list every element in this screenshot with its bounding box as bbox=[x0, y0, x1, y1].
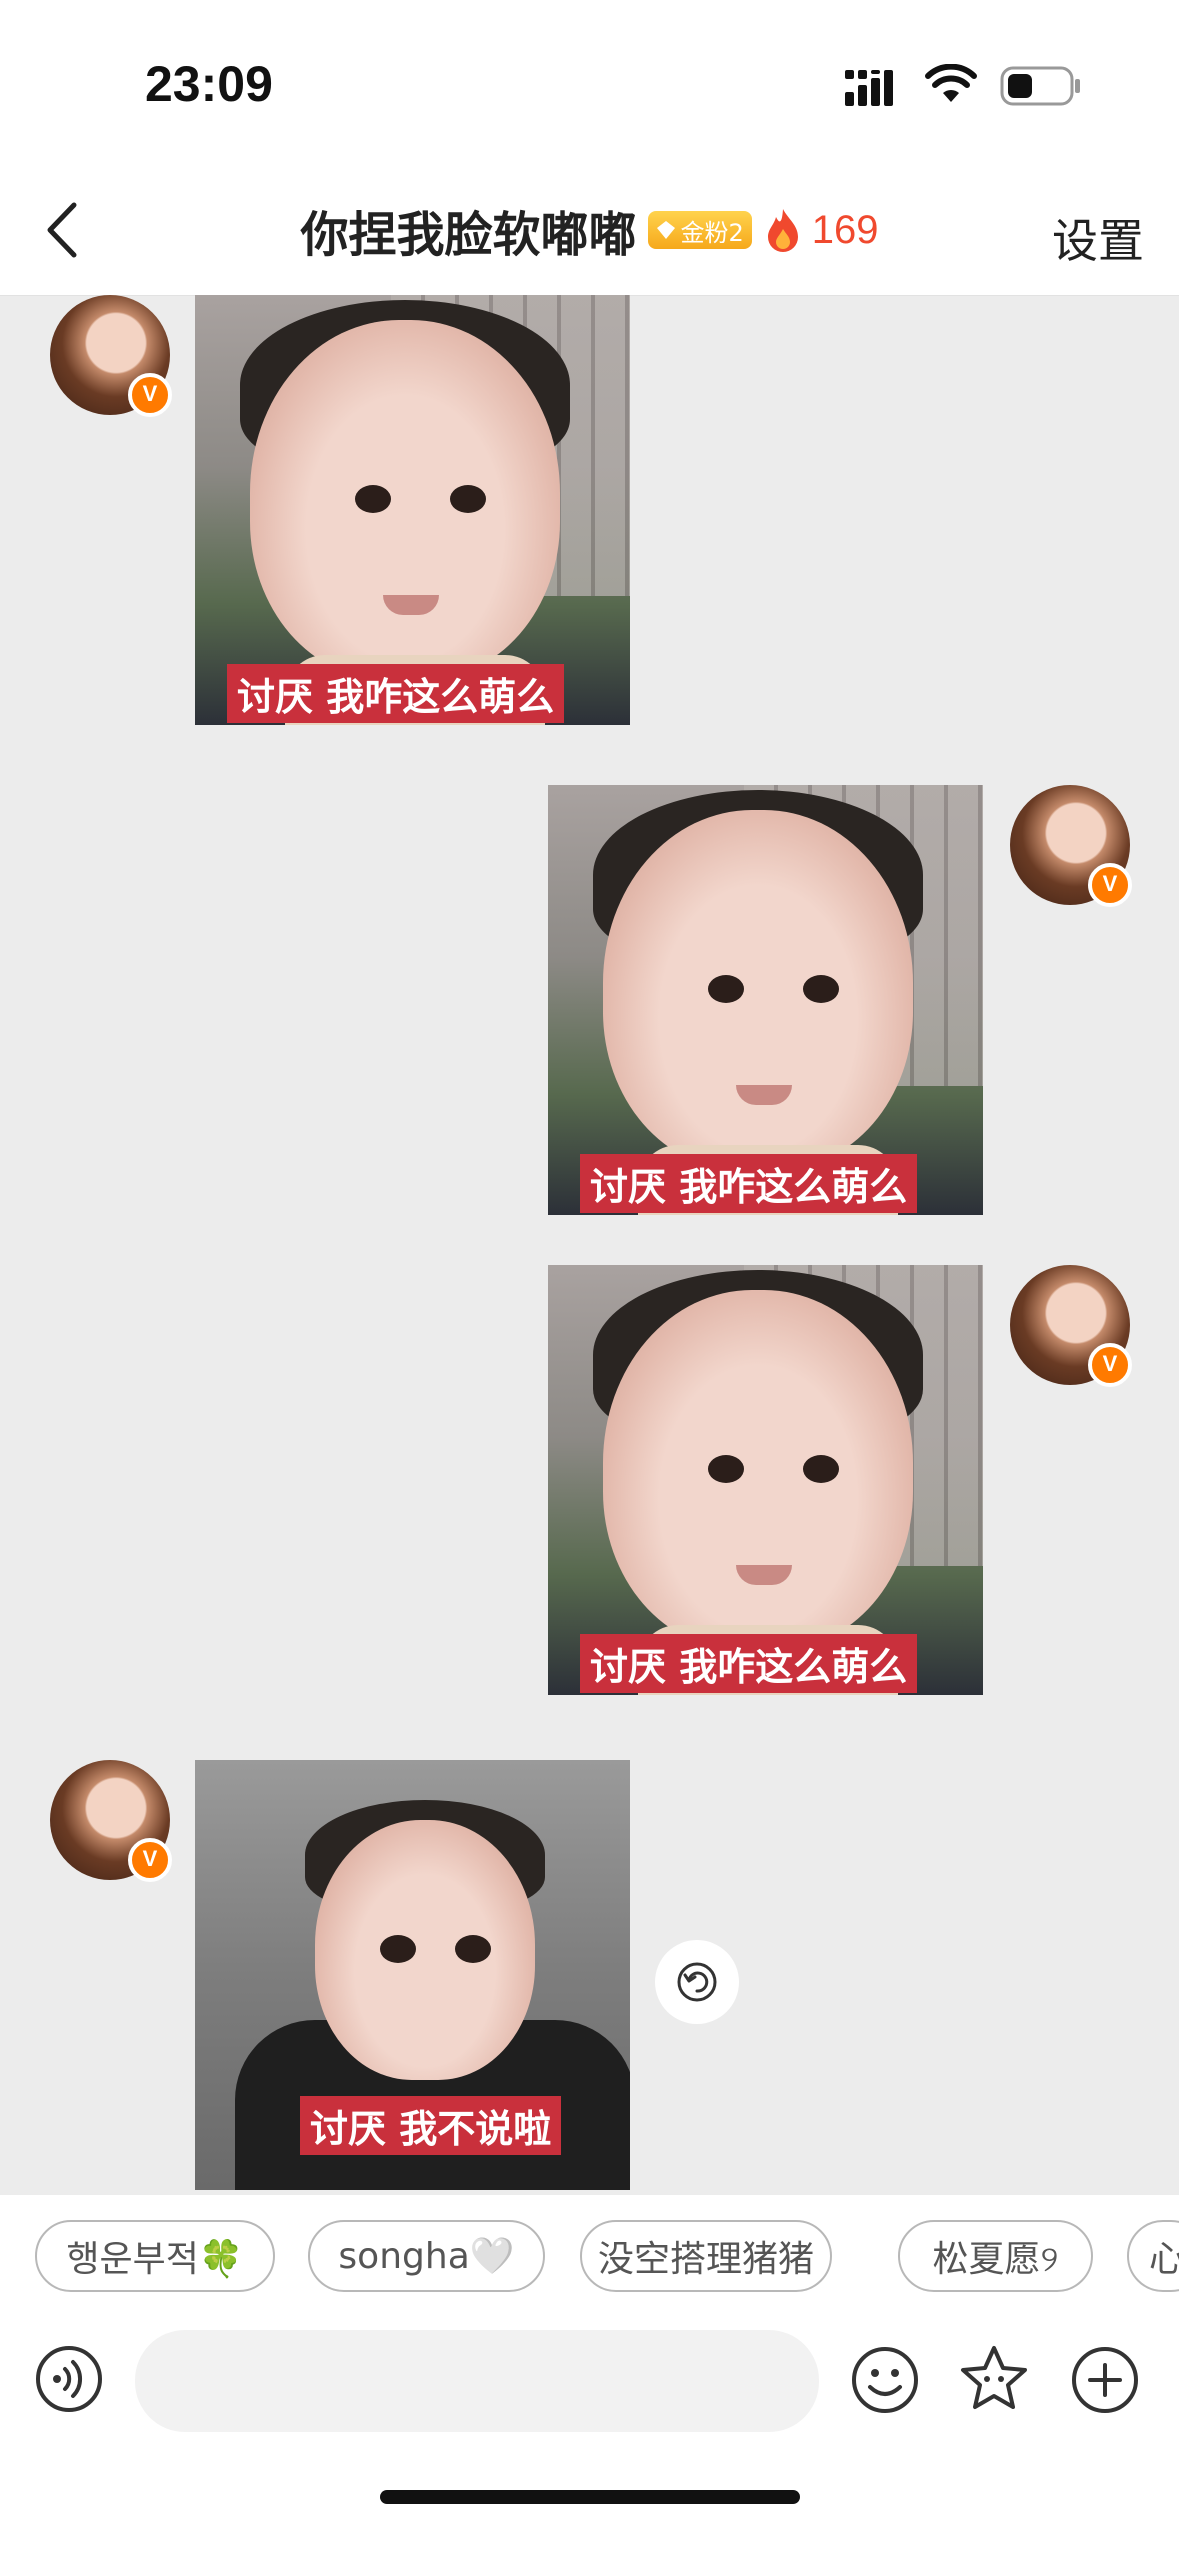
signal-icon bbox=[845, 70, 893, 106]
sticker-caption: 讨厌 我咋这么萌么 bbox=[580, 1634, 918, 1693]
message-input[interactable] bbox=[135, 2330, 819, 2432]
battery-icon bbox=[1000, 66, 1080, 106]
verified-badge-icon: V bbox=[1088, 863, 1132, 907]
sticker-face bbox=[603, 810, 913, 1170]
quick-chip[interactable]: songha🤍 bbox=[308, 2220, 545, 2292]
chat-title[interactable]: 你捏我脸软嘟嘟 bbox=[300, 195, 636, 265]
emoji-icon[interactable] bbox=[850, 2345, 920, 2415]
sticker-caption: 讨厌 我咋这么萌么 bbox=[580, 1154, 918, 1213]
verified-badge-icon: V bbox=[128, 1838, 172, 1882]
sticker-eye bbox=[803, 975, 839, 1003]
quick-chip[interactable]: 행운부적🍀 bbox=[35, 2220, 275, 2292]
quick-chip[interactable]: 松夏愿୨ bbox=[898, 2220, 1093, 2292]
quick-reply-chips: 행운부적🍀 songha🤍 没空搭理猪猪 松夏愿୨ 心 bbox=[0, 2195, 1179, 2305]
fire-icon bbox=[767, 209, 798, 252]
sticker-eye bbox=[380, 1935, 416, 1963]
title-group: 你捏我脸软嘟嘟 金粉2 169 bbox=[0, 195, 1179, 265]
fan-level-badge: 金粉2 bbox=[648, 211, 752, 249]
sticker-caption: 讨厌 我咋这么萌么 bbox=[227, 664, 565, 723]
sticker-eye bbox=[803, 1455, 839, 1483]
wifi-icon bbox=[925, 64, 977, 102]
verified-badge-icon: V bbox=[1088, 1343, 1132, 1387]
fan-level-label: 金粉2 bbox=[680, 218, 744, 247]
plus-icon[interactable] bbox=[1070, 2345, 1140, 2415]
status-time: 23:09 bbox=[145, 56, 273, 112]
sticker-eye bbox=[450, 485, 486, 513]
status-bar: 23:09 bbox=[0, 0, 1179, 165]
avatar-self[interactable]: V bbox=[1010, 785, 1132, 907]
settings-button[interactable]: 设置 bbox=[1052, 205, 1144, 271]
sticker-face bbox=[603, 1290, 913, 1650]
sticker-message[interactable]: 讨厌 我不说啦 bbox=[195, 1760, 630, 2190]
sticker-message[interactable]: 讨厌 我咋这么萌么 bbox=[195, 295, 630, 725]
fire-streak: 169 bbox=[764, 207, 879, 253]
sticker-icon[interactable] bbox=[958, 2343, 1030, 2415]
avatar-other[interactable]: V bbox=[50, 295, 172, 417]
home-indicator bbox=[380, 2490, 800, 2504]
sticker-face bbox=[315, 1820, 535, 2080]
sticker-eye bbox=[455, 1935, 491, 1963]
voice-icon[interactable] bbox=[35, 2345, 103, 2413]
undo-icon bbox=[677, 1962, 717, 2002]
sticker-eye bbox=[708, 1455, 744, 1483]
input-bar bbox=[0, 2305, 1179, 2556]
chat-header: 你捏我脸软嘟嘟 金粉2 169 设置 bbox=[0, 165, 1179, 296]
sticker-eye bbox=[355, 485, 391, 513]
avatar-other[interactable]: V bbox=[50, 1760, 172, 1882]
sticker-caption: 讨厌 我不说啦 bbox=[300, 2096, 562, 2155]
recall-button[interactable] bbox=[655, 1940, 739, 2024]
verified-badge-icon: V bbox=[128, 373, 172, 417]
quick-chip[interactable]: 没空搭理猪猪 bbox=[580, 2220, 832, 2292]
sticker-eye bbox=[708, 975, 744, 1003]
sticker-message[interactable]: 讨厌 我咋这么萌么 bbox=[548, 785, 983, 1215]
sticker-face bbox=[250, 320, 560, 680]
gem-icon bbox=[657, 221, 676, 239]
quick-chip[interactable]: 心 bbox=[1127, 2220, 1179, 2292]
fire-count: 169 bbox=[811, 207, 879, 252]
message-list[interactable]: V 讨厌 我咋这么萌么 V 讨厌 我咋这么萌么 V 讨厌 我咋这么萌么 V 讨厌… bbox=[0, 295, 1179, 2195]
sticker-message[interactable]: 讨厌 我咋这么萌么 bbox=[548, 1265, 983, 1695]
avatar-self[interactable]: V bbox=[1010, 1265, 1132, 1387]
